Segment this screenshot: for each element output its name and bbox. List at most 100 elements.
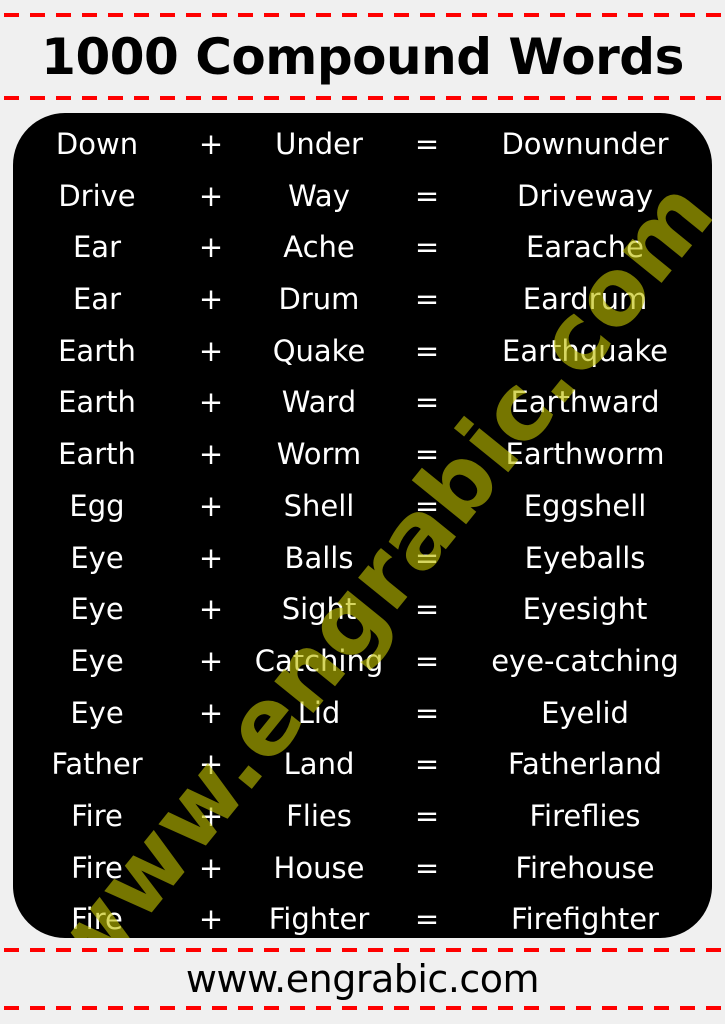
- second-word: Land: [283, 747, 355, 782]
- first-word: Ear: [72, 230, 122, 265]
- second-word: Fighter: [268, 902, 370, 937]
- plus-sign: +: [198, 643, 224, 678]
- compound-word: Driveway: [517, 178, 653, 213]
- equals-sign: =: [414, 540, 440, 575]
- first-word: Drive: [58, 178, 136, 213]
- second-word: Ache: [283, 230, 355, 265]
- first-word: Earth: [58, 437, 136, 472]
- plus-sign: +: [198, 798, 224, 833]
- plus-sign: +: [198, 488, 224, 523]
- equals-sign: =: [414, 178, 440, 213]
- compound-word: Eyeballs: [524, 540, 646, 575]
- second-word: Balls: [284, 540, 354, 575]
- first-word: Eye: [70, 695, 124, 730]
- list-item: Fire + House = Firehouse: [13, 843, 712, 895]
- list-item: Earth + Ward = Earthward: [13, 377, 712, 429]
- equals-sign: =: [414, 695, 440, 730]
- divider-title: [4, 96, 725, 100]
- compound-word: Firefighter: [511, 902, 659, 937]
- compound-word: Downunder: [501, 127, 669, 161]
- list-item: Eye + Lid = Eyelid: [13, 688, 712, 740]
- second-word: Shell: [283, 488, 355, 523]
- second-word: Under: [275, 127, 363, 161]
- first-word: Eye: [70, 592, 124, 627]
- plus-sign: +: [198, 850, 224, 885]
- list-item: Ear + Drum = Eardrum: [13, 274, 712, 326]
- compound-word: Firehouse: [515, 850, 655, 885]
- compound-word: Eyesight: [522, 592, 648, 627]
- compound-word: Earache: [526, 230, 644, 265]
- compound-word: Earthward: [510, 385, 660, 420]
- plus-sign: +: [198, 385, 224, 420]
- plus-sign: +: [198, 695, 224, 730]
- first-word: Ear: [72, 282, 122, 317]
- second-word: Catching: [254, 643, 384, 678]
- list-item: Drive + Way = Driveway: [13, 171, 712, 223]
- plus-sign: +: [198, 437, 224, 472]
- equals-sign: =: [414, 127, 440, 161]
- compound-word: Eggshell: [523, 488, 647, 523]
- compound-word: Earthquake: [502, 333, 668, 368]
- divider-bottom: [4, 1006, 725, 1010]
- compound-word: Earthworm: [505, 437, 665, 472]
- list-item: Father + Land = Fatherland: [13, 739, 712, 791]
- list-item: Fire + Fighter = Firefighter: [13, 894, 712, 938]
- list-item: Egg + Shell = Eggshell: [13, 481, 712, 533]
- second-word: Quake: [272, 333, 366, 368]
- list-item: Eye + Balls = Eyeballs: [13, 533, 712, 585]
- equals-sign: =: [414, 798, 440, 833]
- first-word: Egg: [69, 488, 125, 523]
- second-word: Way: [288, 178, 350, 213]
- plus-sign: +: [198, 540, 224, 575]
- first-word: Down: [55, 127, 139, 161]
- first-word: Fire: [71, 798, 123, 833]
- equals-sign: =: [414, 282, 440, 317]
- list-item: Earth + Quake = Earthquake: [13, 326, 712, 378]
- footer-website: www.engrabic.com: [185, 957, 540, 1001]
- word-list: Down + Under = Downunder Drive + Way = Driveway Ea…: [13, 119, 712, 938]
- plus-sign: +: [198, 178, 224, 213]
- equals-sign: =: [414, 333, 440, 368]
- plus-sign: +: [198, 747, 224, 782]
- equals-sign: =: [414, 747, 440, 782]
- list-item: Eye + Catching = eye-catching: [13, 636, 712, 688]
- plus-sign: +: [198, 282, 224, 317]
- page-title: 1000 Compound Words: [41, 28, 684, 86]
- plus-sign: +: [198, 333, 224, 368]
- first-word: Eye: [70, 643, 124, 678]
- compound-word: Eyelid: [541, 695, 629, 730]
- plus-sign: +: [198, 230, 224, 265]
- list-item: Earth + Worm = Earthworm: [13, 429, 712, 481]
- first-word: Fire: [71, 850, 123, 885]
- plus-sign: +: [198, 902, 224, 937]
- first-word: Earth: [58, 333, 136, 368]
- compound-word: eye-catching: [491, 643, 679, 678]
- second-word: Worm: [276, 437, 362, 472]
- second-word: Drum: [278, 282, 360, 317]
- second-word: Flies: [286, 798, 352, 833]
- compound-word: Fireflies: [529, 798, 641, 833]
- list-item: Ear + Ache = Earache: [13, 222, 712, 274]
- divider-top: [4, 13, 725, 17]
- compound-word: Eardrum: [522, 282, 648, 317]
- compound-word: Fatherland: [508, 747, 662, 782]
- second-word: Lid: [297, 695, 341, 730]
- equals-sign: =: [414, 437, 440, 472]
- plus-sign: +: [198, 592, 224, 627]
- equals-sign: =: [414, 643, 440, 678]
- second-word: House: [273, 850, 365, 885]
- divider-footer-top: [4, 948, 725, 952]
- equals-sign: =: [414, 592, 440, 627]
- first-word: Fire: [71, 902, 123, 937]
- list-item: Eye + Sight = Eyesight: [13, 584, 712, 636]
- second-word: Sight: [281, 592, 357, 627]
- equals-sign: =: [414, 385, 440, 420]
- second-word: Ward: [281, 385, 357, 420]
- equals-sign: =: [414, 488, 440, 523]
- word-board: Down + Under = Downunder Drive + Way = Driveway Ea…: [13, 113, 712, 938]
- list-item: Down + Under = Downunder: [13, 119, 712, 171]
- first-word: Earth: [58, 385, 136, 420]
- first-word: Father: [51, 747, 143, 782]
- first-word: Eye: [70, 540, 124, 575]
- list-item: Fire + Flies = Fireflies: [13, 791, 712, 843]
